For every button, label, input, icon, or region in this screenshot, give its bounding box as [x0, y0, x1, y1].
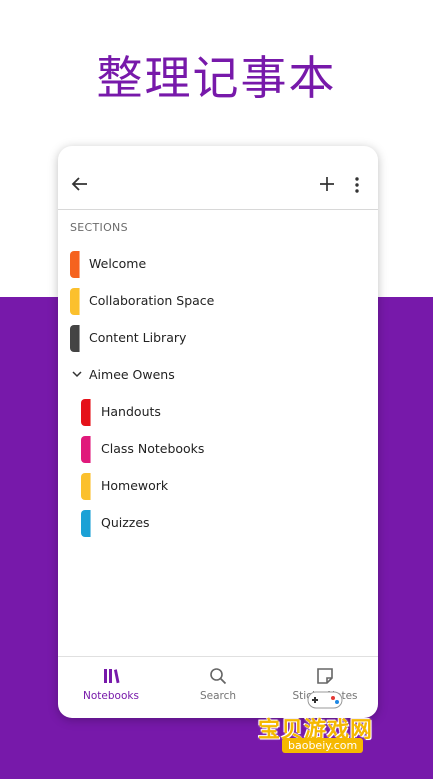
section-color-tab	[81, 510, 91, 537]
section-group-aimee-owens[interactable]: Aimee Owens	[58, 357, 378, 394]
section-label: Handouts	[101, 404, 161, 419]
section-quizzes[interactable]: Quizzes	[58, 505, 378, 542]
nav-search-label: Search	[199, 690, 237, 702]
section-color-tab	[70, 251, 80, 278]
section-label: Welcome	[89, 256, 147, 271]
sections-heading: SECTIONS	[70, 221, 128, 234]
section-color-tab	[70, 325, 80, 352]
gamepad-icon	[307, 691, 343, 709]
notebooks-icon	[104, 669, 120, 684]
nav-search[interactable]: Search	[165, 657, 271, 718]
section-color-tab	[81, 399, 91, 426]
section-collaboration-space[interactable]: Collaboration Space	[58, 283, 378, 320]
section-label: Quizzes	[101, 515, 150, 530]
section-class-notebooks[interactable]: Class Notebooks	[58, 431, 378, 468]
arrow-left-icon[interactable]	[70, 174, 90, 194]
section-label: Collaboration Space	[89, 293, 215, 308]
plus-icon[interactable]	[319, 176, 335, 192]
section-color-tab	[70, 288, 80, 315]
chevron-down-icon	[72, 371, 82, 378]
sticky-note-icon	[317, 668, 333, 684]
nav-notebooks[interactable]: Notebooks	[58, 657, 164, 718]
app-screen: SECTIONS Welcome Collaboration Space Con…	[58, 146, 378, 718]
group-label: Aimee Owens	[89, 367, 175, 382]
section-homework[interactable]: Homework	[58, 468, 378, 505]
watermark-url: baobeiy.com	[282, 738, 364, 753]
section-label: Homework	[101, 478, 169, 493]
section-label: Content Library	[89, 330, 187, 345]
section-label: Class Notebooks	[101, 441, 205, 456]
section-welcome[interactable]: Welcome	[58, 246, 378, 283]
section-handouts[interactable]: Handouts	[58, 394, 378, 431]
section-content-library[interactable]: Content Library	[58, 320, 378, 357]
nav-notebooks-label: Notebooks	[83, 690, 139, 702]
section-color-tab	[81, 436, 91, 463]
promo-headline: 整理记事本	[96, 51, 337, 105]
site-watermark: 宝贝游戏网 baobeiy.com	[258, 688, 418, 758]
top-app-bar	[58, 146, 378, 210]
more-vertical-icon[interactable]	[354, 176, 360, 194]
section-color-tab	[81, 473, 91, 500]
search-icon	[210, 668, 227, 685]
